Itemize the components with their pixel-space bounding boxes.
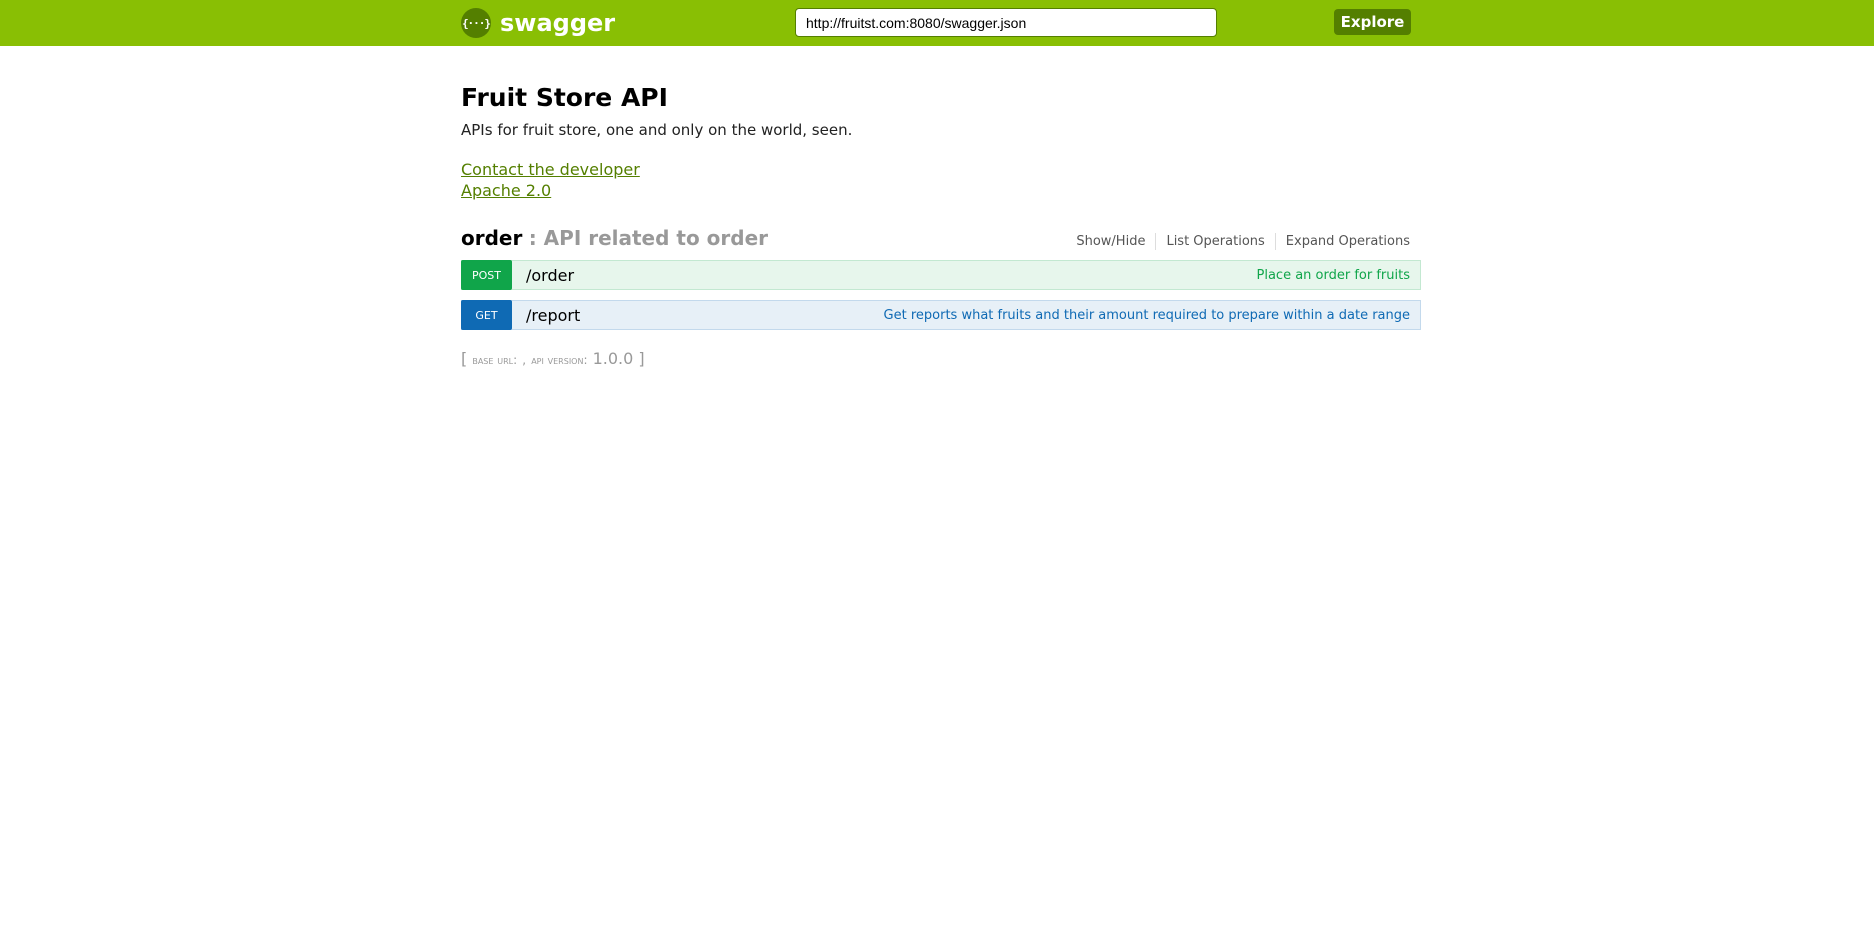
api-version-colon: :	[583, 353, 588, 367]
explore-button[interactable]: Explore	[1334, 9, 1411, 35]
operation-post-order[interactable]: POST /order Place an order for fruits	[461, 260, 1421, 290]
base-url-value: :	[513, 353, 518, 367]
list-operations-link[interactable]: List Operations	[1156, 234, 1274, 249]
operation-get-report[interactable]: GET /report Get reports what fruits and …	[461, 300, 1421, 330]
operation-path[interactable]: /order	[526, 266, 574, 285]
spec-url-input[interactable]	[795, 8, 1217, 37]
footer-separator: ,	[522, 353, 527, 367]
license-link[interactable]: Apache 2.0	[461, 181, 551, 200]
footer-open-bracket: [	[461, 349, 468, 368]
swagger-logo-text: swagger	[500, 9, 616, 37]
resource-heading: order : API related to order	[461, 226, 768, 250]
method-badge[interactable]: GET	[461, 300, 512, 330]
api-description: APIs for fruit store, one and only on th…	[461, 121, 853, 139]
api-footer: [ BASE URL: , API VERSION: 1.0.0 ]	[461, 349, 645, 368]
operation-path[interactable]: /report	[526, 306, 580, 325]
base-url-label: BASE URL	[472, 353, 514, 367]
resource-name-link[interactable]: order	[461, 226, 522, 250]
show-hide-link[interactable]: Show/Hide	[1066, 234, 1155, 249]
swagger-logo-icon: {···}	[461, 8, 491, 38]
api-title: Fruit Store API	[461, 83, 668, 112]
expand-operations-link[interactable]: Expand Operations	[1276, 234, 1410, 249]
footer-close-bracket: ]	[638, 349, 645, 368]
resource-description: : API related to order	[528, 226, 769, 250]
api-version-value: 1.0.0	[592, 349, 634, 368]
api-version-label: API VERSION	[531, 353, 584, 367]
contact-developer-link[interactable]: Contact the developer	[461, 160, 640, 179]
swagger-header: {···} swagger Explore	[0, 0, 1874, 46]
operation-summary[interactable]: Get reports what fruits and their amount…	[884, 308, 1410, 323]
swagger-logo-link[interactable]: {···} swagger	[461, 8, 615, 38]
operation-summary[interactable]: Place an order for fruits	[1257, 268, 1410, 283]
method-badge[interactable]: POST	[461, 260, 512, 290]
resource-options: Show/Hide List Operations Expand Operati…	[1066, 233, 1410, 250]
